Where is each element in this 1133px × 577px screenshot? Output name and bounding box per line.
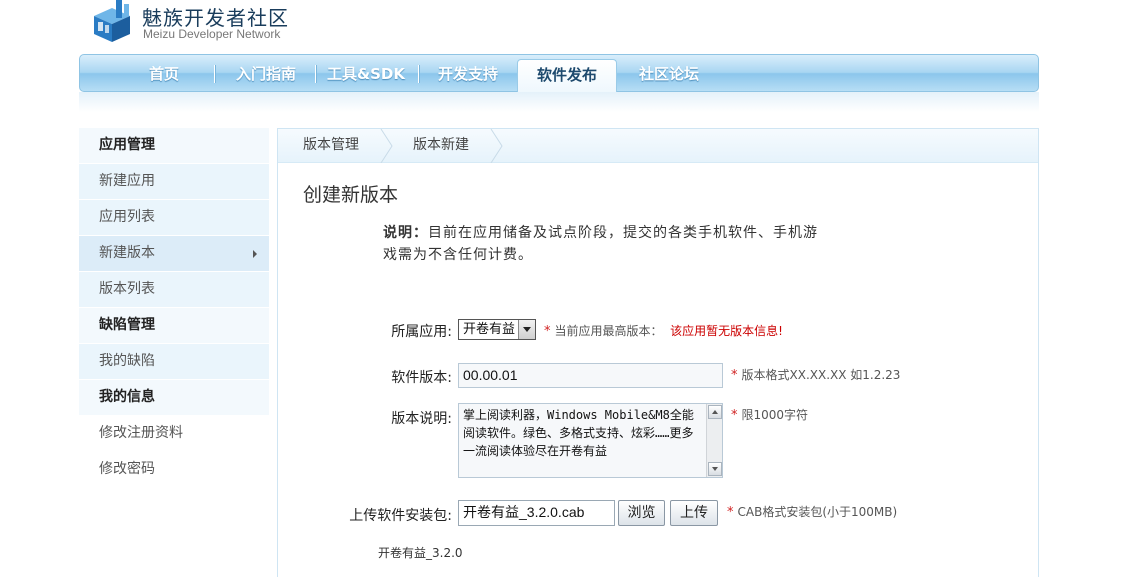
breadcrumb-version-management[interactable]: 版本管理: [303, 129, 359, 163]
required-mark: *: [727, 505, 734, 520]
description-textarea[interactable]: 掌上阅读利器，Windows Mobile&M8全能阅读软件。绿色、多格式支持、…: [458, 403, 723, 478]
required-mark: *: [731, 408, 738, 423]
description-label: 版本说明:: [391, 411, 452, 427]
nav-software-release[interactable]: 软件发布: [517, 59, 617, 94]
sidebar-item-new-app[interactable]: 新建应用: [79, 164, 269, 200]
scroll-down-icon[interactable]: [708, 462, 722, 476]
upload-file-input[interactable]: 开卷有益_3.2.0.cab: [458, 500, 615, 526]
note-label: 说明：: [383, 225, 428, 241]
version-label: 软件版本:: [391, 370, 452, 386]
textarea-scrollbar[interactable]: [706, 404, 722, 477]
nav-divider: [315, 65, 316, 83]
breadcrumb-version-new: 版本新建: [413, 137, 469, 153]
scroll-up-icon[interactable]: [708, 405, 722, 419]
app-select-value: 开卷有益: [463, 322, 516, 337]
meizu-logo-icon: [94, 0, 130, 42]
nav-divider: [418, 65, 419, 83]
version-hint: * 版本格式XX.XX.XX 如1.2.23: [731, 366, 900, 383]
nav-shadow: [79, 92, 1039, 112]
app-hint-prefix: 当前应用最高版本：: [554, 324, 663, 338]
nav-home[interactable]: 首页: [120, 55, 208, 91]
upload-label: 上传软件安装包:: [349, 508, 452, 524]
app-label: 所属应用:: [391, 324, 452, 340]
sidebar-item-edit-profile[interactable]: 修改注册资料: [79, 416, 269, 452]
browse-button[interactable]: 浏览: [618, 500, 665, 526]
required-mark: *: [731, 368, 738, 383]
sidebar-head-my-info: 我的信息: [79, 380, 269, 416]
required-mark: *: [544, 324, 551, 339]
description-hint: * 限1000字符: [731, 406, 808, 423]
sidebar-head-bug-management: 缺陷管理: [79, 308, 269, 344]
nav-tools-sdk[interactable]: 工具&SDK: [318, 55, 414, 91]
description-text: 掌上阅读利器，Windows Mobile&M8全能阅读软件。绿色、多格式支持、…: [463, 408, 694, 458]
sidebar-head-app-management: 应用管理: [79, 128, 269, 164]
sidebar-item-label: 新建版本: [99, 245, 155, 261]
breadcrumb: 版本管理 版本新建: [278, 129, 1038, 163]
sidebar-item-app-list[interactable]: 应用列表: [79, 200, 269, 236]
upload-button[interactable]: 上传: [670, 500, 718, 526]
sidebar-item-version-list[interactable]: 版本列表: [79, 272, 269, 308]
page-title: 创建新版本: [303, 184, 399, 206]
sidebar-item-change-password[interactable]: 修改密码: [79, 452, 269, 488]
upload-hint-text: CAB格式安装包(小于100MB): [737, 505, 898, 519]
nav-getting-started[interactable]: 入门指南: [220, 55, 312, 91]
site-subtitle: Meizu Developer Network: [143, 27, 281, 41]
sidebar-item-my-bugs[interactable]: 我的缺陷: [79, 344, 269, 380]
breadcrumb-separator-icon: [380, 129, 393, 163]
upload-hint: * CAB格式安装包(小于100MB): [727, 503, 897, 520]
app-hint: * 当前应用最高版本： 该应用暂无版本信息!: [544, 322, 783, 339]
nav-forum[interactable]: 社区论坛: [625, 55, 713, 91]
app-hint-value: 该应用暂无版本信息!: [670, 324, 783, 338]
nav-divider: [214, 65, 215, 83]
chevron-right-icon: [253, 250, 257, 258]
version-hint-text: 版本格式XX.XX.XX 如1.2.23: [741, 368, 901, 382]
breadcrumb-separator-icon: [490, 129, 503, 163]
main-nav: 首页 入门指南 工具&SDK 开发支持 软件发布 社区论坛: [79, 54, 1039, 94]
description-hint-text: 限1000字符: [741, 408, 809, 422]
note: 说明：目前在应用储备及试点阶段，提交的各类手机软件、手机游戏需为不含任何计费。: [383, 222, 828, 266]
version-input[interactable]: 00.00.01: [458, 363, 723, 388]
chevron-down-icon[interactable]: [518, 320, 535, 339]
sidebar: 应用管理 新建应用 应用列表 新建版本 版本列表 缺陷管理 我的缺陷 我的信息 …: [79, 128, 269, 488]
app-select[interactable]: 开卷有益: [458, 319, 536, 340]
uploaded-file-name: 开卷有益_3.2.0: [378, 546, 463, 560]
nav-dev-support[interactable]: 开发支持: [422, 55, 514, 91]
note-text: 目前在应用储备及试点阶段，提交的各类手机软件、手机游戏需为不含任何计费。: [383, 225, 818, 263]
sidebar-item-new-version[interactable]: 新建版本: [79, 236, 269, 272]
